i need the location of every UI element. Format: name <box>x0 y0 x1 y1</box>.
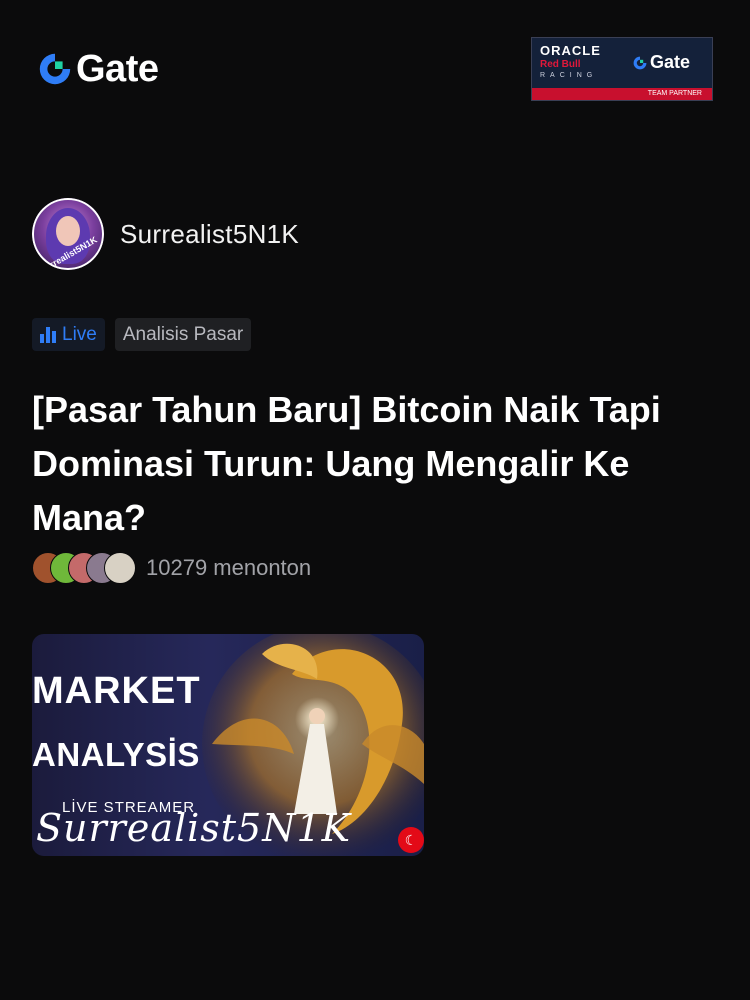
gate-small-icon <box>633 56 647 69</box>
live-bars-icon <box>40 326 56 343</box>
author-name[interactable]: Surrealist5N1K <box>120 219 299 250</box>
viewer-avatars <box>32 552 136 584</box>
thumbnail-script-name: Surrealist5N1K <box>36 806 352 850</box>
team-partner-strip: TEAM PARTNER <box>532 88 712 100</box>
viewer-count-text: 10279 menonton <box>146 555 312 580</box>
viewer-avatar <box>104 552 136 584</box>
stream-thumbnail[interactable]: MARKET ANALYSİS LİVE STREAMER Surrealist… <box>32 634 424 856</box>
tag-row: Live Analisis Pasar <box>32 318 252 351</box>
partner-gate-text: Gate <box>650 52 691 72</box>
partner-racing-text: RACING <box>540 72 598 79</box>
partner-oracle-text: ORACLE <box>540 43 601 58</box>
partner-redbull-text: Red Bull <box>540 59 581 70</box>
author-avatar[interactable]: Surrealist5N1K <box>32 198 104 270</box>
brand-name: Gate <box>76 48 159 90</box>
category-tag-label: Analisis Pasar <box>122 323 244 345</box>
live-tag-label: Live <box>62 323 97 345</box>
author-block[interactable]: Surrealist5N1K Surrealist5N1K <box>32 198 299 270</box>
gate-logo[interactable]: Gate <box>36 48 159 90</box>
thumbnail-line2: ANALYSİS <box>32 736 200 773</box>
turkey-flag-icon: ☾ <box>398 827 424 853</box>
post-title: [Pasar Tahun Baru] Bitcoin Naik Tapi Dom… <box>32 389 661 538</box>
live-tag[interactable]: Live <box>32 318 105 351</box>
viewer-count: 10279 menonton <box>32 552 311 584</box>
thumbnail-line1: MARKET <box>32 670 201 712</box>
category-tag[interactable]: Analisis Pasar <box>114 318 252 351</box>
gate-logo-icon <box>39 53 71 85</box>
team-partner-badge[interactable]: ORACLE Red Bull RACING Gate TEAM PARTNER <box>531 37 713 101</box>
